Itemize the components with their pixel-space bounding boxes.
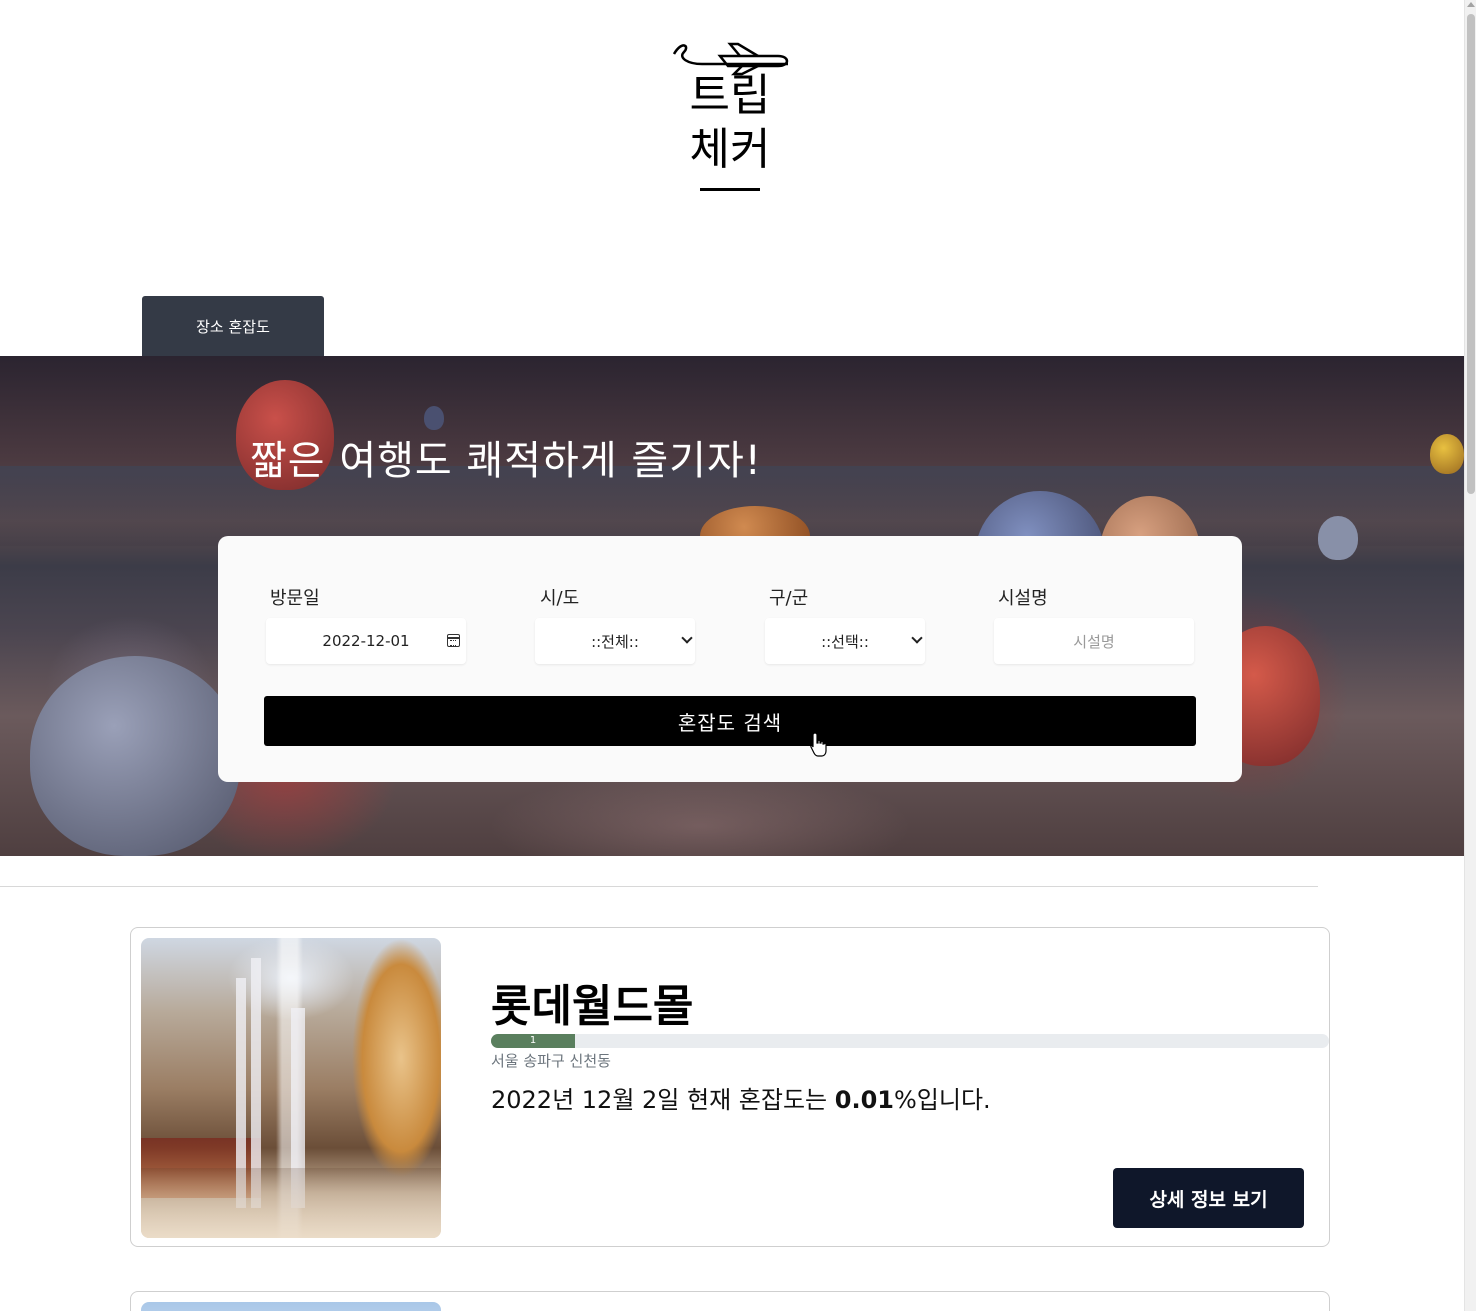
logo-underline <box>700 188 760 191</box>
place-name: 롯데월드몰 <box>491 981 694 1032</box>
calendar-icon[interactable] <box>447 634 460 647</box>
facility-input[interactable]: 시설명 <box>994 618 1194 664</box>
visit-date-value: 2022-12-01 <box>322 632 410 650</box>
site-logo[interactable]: 트립 체커 <box>660 36 800 196</box>
hero-balloon <box>30 656 240 856</box>
page-scrollbar[interactable] <box>1464 0 1476 1311</box>
visit-date-input[interactable]: 2022-12-01 <box>266 618 466 664</box>
place-image <box>141 1302 441 1311</box>
congestion-search-button[interactable]: 혼잡도 검색 <box>264 696 1196 746</box>
scroll-up-arrow-icon[interactable] <box>1467 2 1475 7</box>
congestion-status-text: 2022년 12월 2일 현재 혼잡도는 0.01%입니다. <box>491 1080 991 1115</box>
section-divider <box>0 886 1318 887</box>
scrollbar-thumb[interactable] <box>1467 14 1475 494</box>
district-select[interactable]: ::선택:: <box>765 618 925 664</box>
logo-text-line1: 트립 <box>689 70 771 121</box>
chevron-down-icon <box>911 632 923 644</box>
congestion-progress-bar: 1 <box>491 1034 1329 1048</box>
facility-label: 시설명 <box>998 588 1048 609</box>
status-suffix: %입니다. <box>893 1086 991 1114</box>
chevron-down-icon <box>681 632 693 644</box>
place-image <box>141 938 441 1238</box>
hero-balloon <box>424 406 444 430</box>
congestion-value: 0.01 <box>834 1086 894 1114</box>
city-label: 시/도 <box>540 588 580 609</box>
place-image-floor <box>141 1168 441 1238</box>
district-label: 구/군 <box>769 588 809 609</box>
status-prefix: 2022년 12월 2일 현재 혼잡도는 <box>491 1086 835 1114</box>
visit-date-label: 방문일 <box>270 588 320 609</box>
tab-place-congestion[interactable]: 장소 혼잡도 <box>142 296 324 356</box>
hero-balloon <box>1318 516 1358 560</box>
city-select-value: ::전체:: <box>591 632 639 651</box>
congestion-progress-fill: 1 <box>491 1034 575 1048</box>
place-address: 서울 송파구 신천동 <box>491 1052 611 1070</box>
search-form: 방문일 2022-12-01 시/도 ::전체:: 구/군 ::선택:: 시설명… <box>218 536 1242 782</box>
result-card <box>130 1291 1330 1311</box>
hero-balloon <box>1430 434 1464 474</box>
hero-title: 짧은 여행도 쾌적하게 즐기자! <box>250 438 762 484</box>
facility-placeholder: 시설명 <box>1073 632 1115 651</box>
result-card: 롯데월드몰 1 서울 송파구 신천동 2022년 12월 2일 현재 혼잡도는 … <box>130 927 1330 1247</box>
hand-pointer-icon <box>810 732 827 757</box>
district-select-value: ::선택:: <box>821 632 869 651</box>
city-select[interactable]: ::전체:: <box>535 618 695 664</box>
hero-banner: 짧은 여행도 쾌적하게 즐기자! 방문일 2022-12-01 시/도 ::전체… <box>0 356 1465 856</box>
view-details-button[interactable]: 상세 정보 보기 <box>1113 1168 1304 1228</box>
logo-text-line2: 체커 <box>689 124 771 175</box>
